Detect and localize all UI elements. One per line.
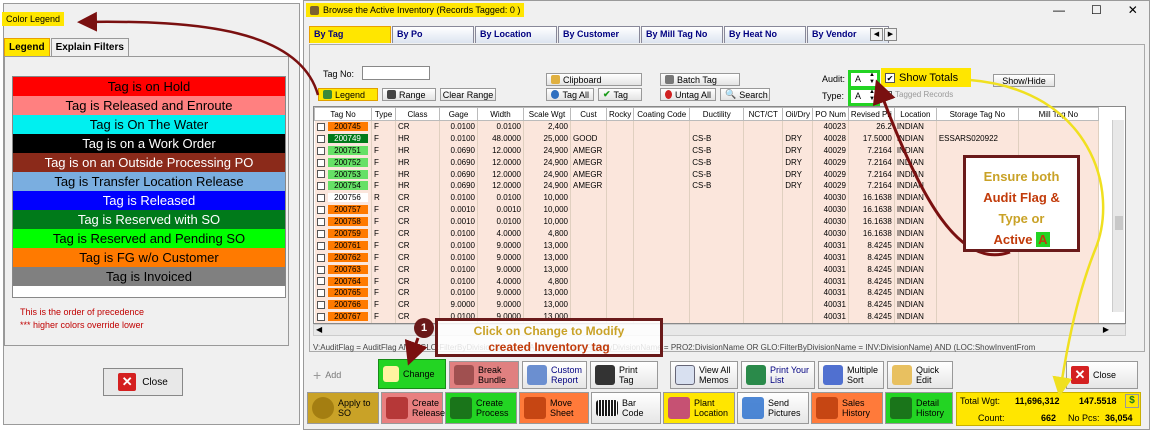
step-line: Click on Change to Modify: [473, 324, 625, 338]
step-line: created Inventory tag: [488, 340, 610, 354]
note-line: Active: [993, 232, 1033, 247]
note-line: Audit Flag &: [983, 190, 1060, 205]
note-line: Type or: [998, 211, 1045, 226]
audit-type-note: Ensure both Audit Flag & Type or Active …: [963, 155, 1080, 252]
change-step-note: Click on Change to Modify created Invent…: [435, 318, 663, 357]
arrow-to-change: [404, 337, 428, 366]
note-letter: A: [1036, 232, 1050, 247]
note-line: Ensure both: [983, 169, 1060, 184]
step-number-badge: 1: [414, 318, 434, 338]
arrow-to-legend-window: [77, 11, 320, 96]
